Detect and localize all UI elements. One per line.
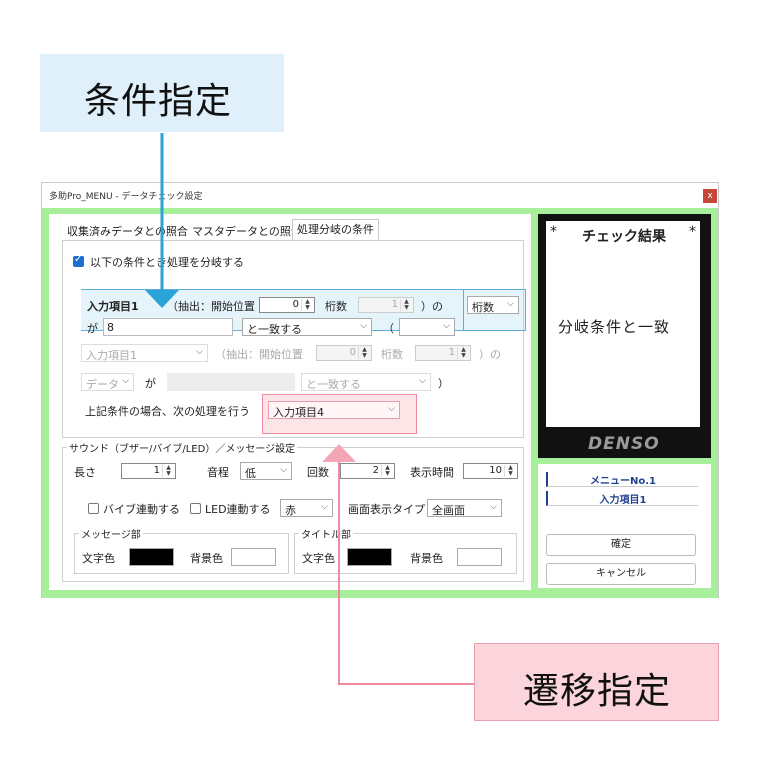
transition-callout-label: 遷移指定 — [523, 671, 672, 712]
transition-callout: 遷移指定 — [474, 643, 719, 721]
transition-arrow — [322, 444, 474, 685]
condition-arrow — [145, 133, 179, 308]
